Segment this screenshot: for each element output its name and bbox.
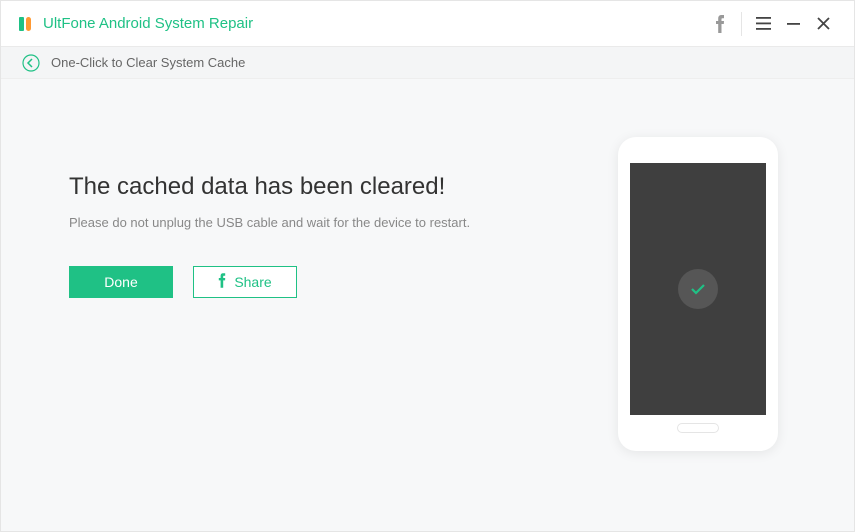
app-title: UltFone Android System Repair xyxy=(43,15,705,32)
close-button[interactable] xyxy=(808,9,838,39)
done-button-label: Done xyxy=(104,274,137,290)
facebook-share-icon xyxy=(218,273,226,291)
page-heading: The cached data has been cleared! xyxy=(69,173,598,201)
button-row: Done Share xyxy=(69,266,598,298)
phone-home-button xyxy=(677,423,719,433)
phone-screen xyxy=(630,163,766,415)
phone-mockup xyxy=(618,137,778,451)
checkmark-icon xyxy=(688,279,708,299)
title-bar: UltFone Android System Repair xyxy=(1,1,854,47)
back-button[interactable] xyxy=(21,53,41,73)
title-bar-controls xyxy=(705,9,838,39)
breadcrumb-bar: One-Click to Clear System Cache xyxy=(1,47,854,79)
breadcrumb-text: One-Click to Clear System Cache xyxy=(51,55,245,70)
content-area: The cached data has been cleared! Please… xyxy=(1,79,854,531)
share-button[interactable]: Share xyxy=(193,266,297,298)
checkmark-circle xyxy=(678,269,718,309)
done-button[interactable]: Done xyxy=(69,266,173,298)
minimize-button[interactable] xyxy=(778,9,808,39)
left-content: The cached data has been cleared! Please… xyxy=(69,109,598,501)
facebook-icon[interactable] xyxy=(705,9,735,39)
share-button-label: Share xyxy=(234,274,271,290)
menu-icon[interactable] xyxy=(748,9,778,39)
right-content xyxy=(598,109,798,501)
divider xyxy=(741,12,742,36)
page-subtext: Please do not unplug the USB cable and w… xyxy=(69,215,598,230)
app-window: UltFone Android System Repair xyxy=(0,0,855,532)
app-logo-icon xyxy=(17,15,35,33)
